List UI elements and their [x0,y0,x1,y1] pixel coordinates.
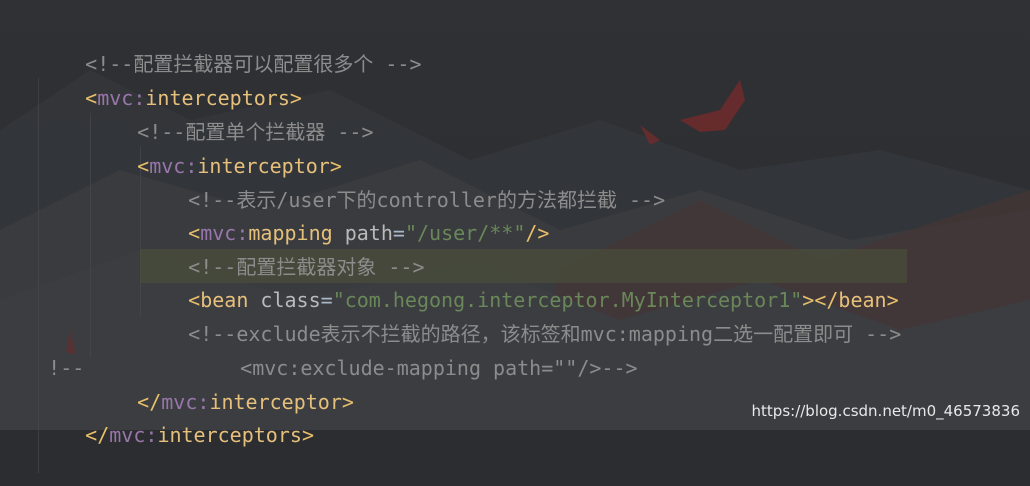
code-line-9: <!--exclude表示不拦截的路径，该标签和mvc:mapping二选一配置… [140,283,901,346]
code-line-5: <!--表示/user下的controller的方法都拦截 --> [140,149,665,212]
tag-bracket: </ [85,423,110,447]
code-line-8: <bean class="com.hegong.interceptor.MyIn… [140,249,898,312]
tag-bracket: > [341,390,354,414]
code-line-3: <!--配置单个拦截器 --> [89,81,373,144]
code-line-10-prefix: !-- [0,317,84,380]
code-line-7: <!--配置拦截器对象 --> [140,216,424,279]
tag-namespace: mvc: [109,423,158,447]
code-line-11: </mvc:interceptor> [89,351,354,414]
code-line-2: <mvc:interceptors> [37,47,302,110]
code-editor[interactable]: <!--配置拦截器可以配置很多个 --> <mvc:interceptors> … [0,0,1030,473]
comment-prefix: !-- [48,356,85,380]
code-line-6: <mvc:mapping path="/user/**"/> [140,182,549,245]
code-line-4: <mvc:interceptor> [89,115,342,178]
code-line-10: <mvc:exclude-mapping path=""/>--> [192,317,637,380]
code-line-12: </mvc:interceptors> [37,384,314,447]
tag-name: interceptors [157,423,302,447]
code-line-1: <!--配置拦截器可以配置很多个 --> [37,13,421,76]
watermark-text: https://blog.csdn.net/m0_46573836 [751,402,1020,420]
tag-bracket: /> [525,221,550,245]
tag-bracket: > [301,423,314,447]
